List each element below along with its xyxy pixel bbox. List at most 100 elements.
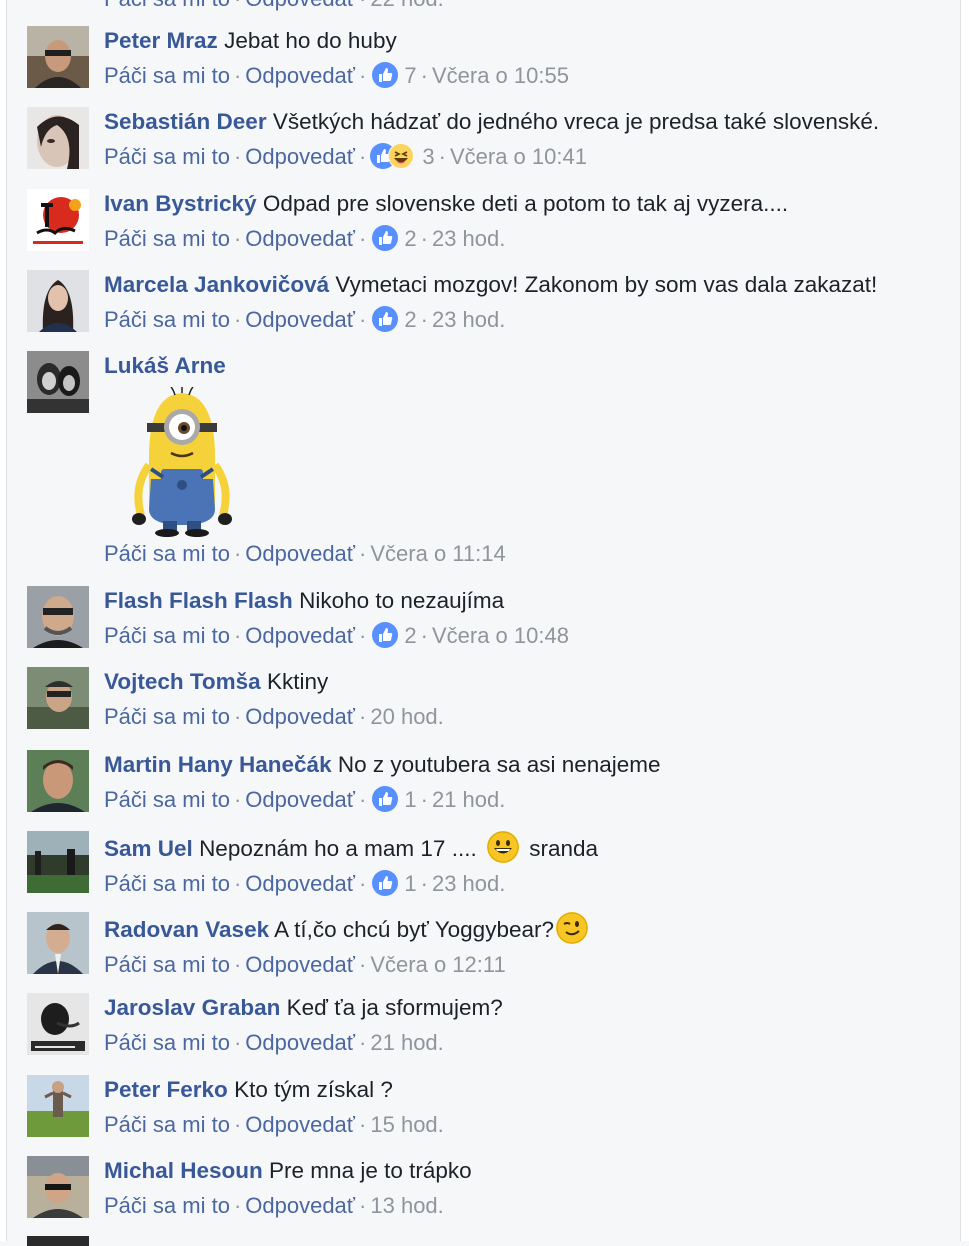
reply-action[interactable]: Odpovedať xyxy=(245,1030,355,1055)
like-reaction-icon[interactable] xyxy=(372,870,399,896)
reply-action[interactable]: Odpovedať xyxy=(245,541,355,566)
comment-author[interactable]: Sam Uel xyxy=(104,836,193,861)
comment-author[interactable]: Martin Hany Hanečák xyxy=(104,752,332,777)
like-action[interactable]: Páči sa mi to xyxy=(104,307,230,332)
comment-author[interactable]: Marcela Jankovičová xyxy=(104,272,329,297)
minion-sticker[interactable] xyxy=(127,387,237,537)
comment-author[interactable]: Vojtech Tomša xyxy=(104,669,261,694)
comment-text: Nepoznám ho a mam 17 .... xyxy=(199,836,477,861)
comment-text: Nikoho to nezaujíma xyxy=(299,588,505,613)
like-action[interactable]: Páči sa mi to xyxy=(104,144,230,169)
like-action[interactable]: Páči sa mi to xyxy=(104,541,230,566)
like-action[interactable]: Páči sa mi to xyxy=(104,952,230,977)
reply-action[interactable]: Odpovedať xyxy=(245,0,355,11)
reaction-count[interactable]: 7 xyxy=(404,63,416,88)
reply-action[interactable]: Odpovedať xyxy=(245,1112,355,1137)
avatar[interactable] xyxy=(27,912,89,974)
like-action[interactable]: Páči sa mi to xyxy=(104,623,230,648)
avatar[interactable] xyxy=(27,667,89,729)
reaction-count[interactable]: 1 xyxy=(404,871,416,896)
avatar[interactable] xyxy=(27,586,89,648)
comment-text: Vymetaci mozgov! Zakonom by som vas dala… xyxy=(335,272,878,297)
reply-action[interactable]: Odpovedať xyxy=(245,871,355,896)
timestamp[interactable]: 15 hod. xyxy=(370,1112,443,1137)
like-reaction-icon[interactable] xyxy=(372,306,399,332)
avatar[interactable] xyxy=(27,831,89,893)
left-border xyxy=(0,0,7,1241)
reply-action[interactable]: Odpovedať xyxy=(245,226,355,251)
reply-action[interactable]: Odpovedať xyxy=(245,307,355,332)
avatar[interactable] xyxy=(27,1236,89,1246)
timestamp[interactable]: Včera o 10:55 xyxy=(432,63,569,88)
timestamp: 22 hod. xyxy=(370,0,443,11)
like-action[interactable]: Páči sa mi to xyxy=(104,871,230,896)
reply-action[interactable]: Odpovedať xyxy=(245,952,355,977)
right-border xyxy=(960,0,969,1241)
reaction-count[interactable]: 1 xyxy=(404,787,416,812)
avatar[interactable] xyxy=(27,26,89,88)
comment-author[interactable]: Ivan Bystrický xyxy=(104,191,257,216)
avatar[interactable] xyxy=(27,270,89,332)
comment-author[interactable]: Jaroslav Graban xyxy=(104,995,280,1020)
comment-author[interactable]: Michal Hesoun xyxy=(104,1158,263,1183)
reaction-count[interactable]: 2 xyxy=(404,226,416,251)
reaction-count[interactable]: 2 xyxy=(404,307,416,332)
comment-text: Keď ťa ja sformujem? xyxy=(286,995,503,1020)
timestamp[interactable]: 23 hod. xyxy=(432,871,505,896)
like-action[interactable]: Páči sa mi to xyxy=(104,1193,230,1218)
avatar[interactable] xyxy=(27,1156,89,1218)
avatar[interactable] xyxy=(27,189,89,251)
avatar[interactable] xyxy=(27,1075,89,1137)
timestamp[interactable]: Včera o 10:41 xyxy=(450,144,587,169)
reply-action[interactable]: Odpovedať xyxy=(245,623,355,648)
comment-text: Odpad pre slovenske deti a potom to tak … xyxy=(262,191,789,216)
like-action[interactable]: Páči sa mi to xyxy=(104,787,230,812)
avatar[interactable] xyxy=(27,750,89,812)
timestamp[interactable]: 21 hod. xyxy=(370,1030,443,1055)
avatar[interactable] xyxy=(27,351,89,413)
comment-author[interactable]: Peter Ferko xyxy=(104,1077,228,1102)
like-reaction-icon[interactable] xyxy=(372,62,399,88)
comment-author[interactable]: Radovan Vasek xyxy=(104,917,269,942)
timestamp[interactable]: 20 hod. xyxy=(370,704,443,729)
like-reaction-icon[interactable] xyxy=(372,225,399,251)
timestamp[interactable]: Včera o 12:11 xyxy=(370,952,505,977)
clipped-previous-comment-actions: Páči sa mi to·Odpovedať·22 hod. xyxy=(104,0,444,12)
reaction-count[interactable]: 3 xyxy=(422,144,434,169)
reaction-count[interactable]: 2 xyxy=(404,623,416,648)
comment-text: No z youtubera sa asi nenajeme xyxy=(337,752,661,777)
avatar[interactable] xyxy=(27,107,89,169)
like-action[interactable]: Páči sa mi to xyxy=(104,0,230,11)
like-action[interactable]: Páči sa mi to xyxy=(104,1030,230,1055)
like-action[interactable]: Páči sa mi to xyxy=(104,1112,230,1137)
timestamp[interactable]: 13 hod. xyxy=(370,1193,443,1218)
reply-action[interactable]: Odpovedať xyxy=(245,1193,355,1218)
comment-author[interactable]: Sebastián Deer xyxy=(104,109,267,134)
timestamp[interactable]: Včera o 10:48 xyxy=(432,623,569,648)
like-reaction-icon[interactable] xyxy=(372,786,399,812)
like-action[interactable]: Páči sa mi to xyxy=(104,63,230,88)
comment-author[interactable]: Peter Mraz xyxy=(104,28,218,53)
comment-text: A tí,čo chcú byť Yoggybear? xyxy=(274,917,554,942)
timestamp[interactable]: Včera o 11:14 xyxy=(370,541,505,566)
comment-text-suffix: sranda xyxy=(529,836,599,861)
timestamp[interactable]: 23 hod. xyxy=(432,307,505,332)
like-action[interactable]: Páči sa mi to xyxy=(104,226,230,251)
reply-action[interactable]: Odpovedať xyxy=(245,63,355,88)
reply-action[interactable]: Odpovedať xyxy=(245,704,355,729)
comment-text: Všetkých hádzať do jedného vreca je pred… xyxy=(272,109,880,134)
grin-emoji-icon xyxy=(486,831,519,863)
reply-action[interactable]: Odpovedať xyxy=(245,787,355,812)
timestamp[interactable]: 21 hod. xyxy=(432,787,505,812)
like-action[interactable]: Páči sa mi to xyxy=(104,704,230,729)
timestamp[interactable]: 23 hod. xyxy=(432,226,505,251)
comment-author[interactable]: Lukáš Arne xyxy=(104,353,226,378)
like-reaction-icon[interactable] xyxy=(372,622,399,648)
reactions-icon-group[interactable] xyxy=(370,143,416,169)
wink-emoji-icon xyxy=(556,912,588,944)
comment-text: Kktiny xyxy=(266,669,329,694)
comment-author[interactable]: Flash Flash Flash xyxy=(104,588,293,613)
avatar[interactable] xyxy=(27,993,89,1055)
comment-text: Kto tým získal ? xyxy=(234,1077,393,1102)
reply-action[interactable]: Odpovedať xyxy=(245,144,355,169)
